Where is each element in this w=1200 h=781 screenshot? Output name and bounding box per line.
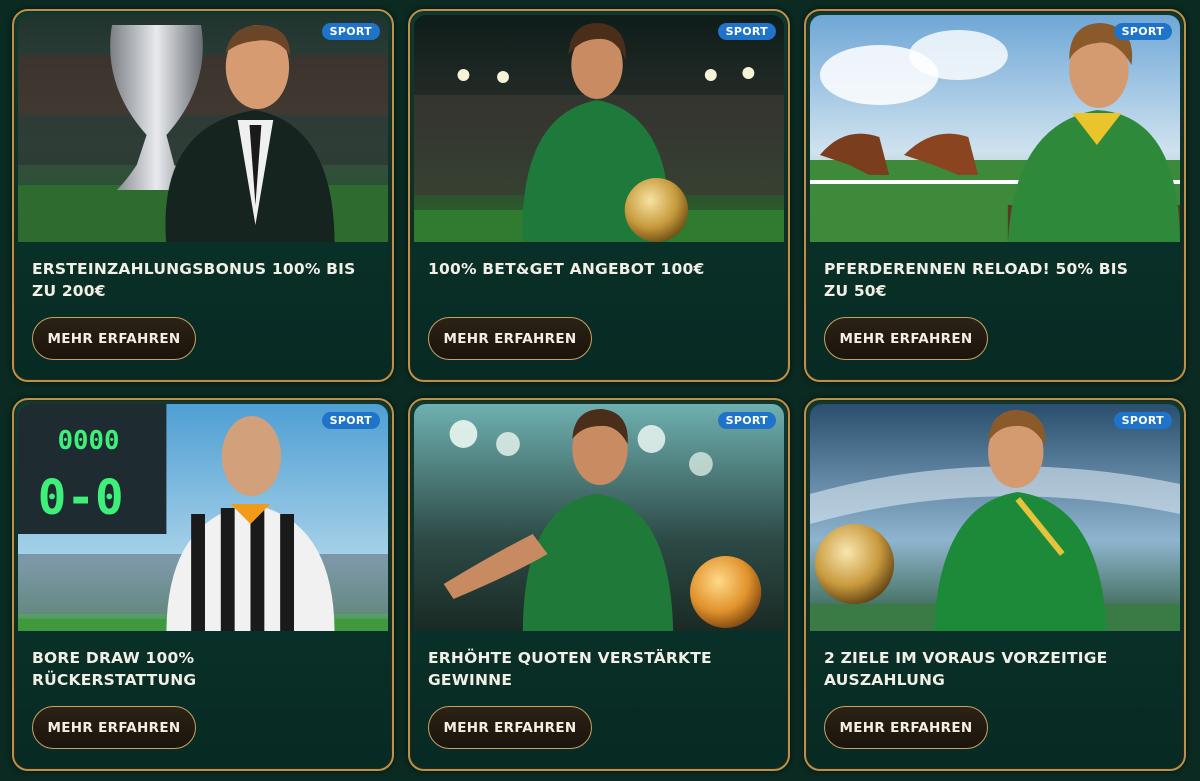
more-info-button[interactable]: MEHR ERFAHREN	[32, 706, 196, 749]
promo-card[interactable]: SPORT PFERDERENNEN RELOAD! 50% BIS ZU 50…	[804, 9, 1186, 382]
sport-badge: SPORT	[717, 412, 776, 429]
sport-badge: SPORT	[321, 23, 380, 40]
more-info-button[interactable]: MEHR ERFAHREN	[824, 317, 988, 360]
promo-card[interactable]: 0000 0-0 SPORT BORE DRAW 100% RÜCKERSTAT…	[12, 398, 394, 771]
more-info-button[interactable]: MEHR ERFAHREN	[428, 317, 592, 360]
svg-text:0-0: 0-0	[38, 471, 124, 526]
sport-badge: SPORT	[1113, 23, 1172, 40]
more-info-button[interactable]: MEHR ERFAHREN	[32, 317, 196, 360]
promo-image-footballer-running	[810, 404, 1180, 631]
sport-badge: SPORT	[1113, 412, 1172, 429]
promo-title: BORE DRAW 100% RÜCKERSTATTUNG	[32, 649, 197, 689]
promo-image-basketball	[414, 404, 784, 631]
promo-card[interactable]: SPORT ERHÖHTE QUOTEN VERSTÄRKTE GEWINNE …	[408, 398, 790, 771]
promo-title: 2 ZIELE IM VORAUS VORZEITIGE AUSZAHLUNG	[824, 649, 1108, 689]
promo-image-footballer	[414, 15, 784, 242]
svg-text:0000: 0000	[58, 426, 120, 456]
promo-title: ERSTEINZAHLUNGSBONUS 100% BIS ZU 200€	[32, 260, 356, 300]
promo-image-referee: 0000 0-0	[18, 404, 388, 631]
promo-title: ERHÖHTE QUOTEN VERSTÄRKTE GEWINNE	[428, 649, 712, 689]
promo-card[interactable]: SPORT 2 ZIELE IM VORAUS VORZEITIGE AUSZA…	[804, 398, 1186, 771]
promo-image-trophy-man	[18, 15, 388, 242]
promo-card[interactable]: SPORT ERSTEINZAHLUNGSBONUS 100% BIS ZU 2…	[12, 9, 394, 382]
promo-card[interactable]: SPORT 100% BET&GET ANGEBOT 100€ MEHR ERF…	[408, 9, 790, 382]
more-info-button[interactable]: MEHR ERFAHREN	[428, 706, 592, 749]
sport-badge: SPORT	[321, 412, 380, 429]
more-info-button[interactable]: MEHR ERFAHREN	[824, 706, 988, 749]
promo-title: PFERDERENNEN RELOAD! 50% BIS ZU 50€	[824, 260, 1129, 300]
promo-title: 100% BET&GET ANGEBOT 100€	[428, 260, 705, 278]
promotions-grid: SPORT ERSTEINZAHLUNGSBONUS 100% BIS ZU 2…	[0, 0, 1200, 781]
promo-image-horse-racing	[810, 15, 1180, 242]
sport-badge: SPORT	[717, 23, 776, 40]
